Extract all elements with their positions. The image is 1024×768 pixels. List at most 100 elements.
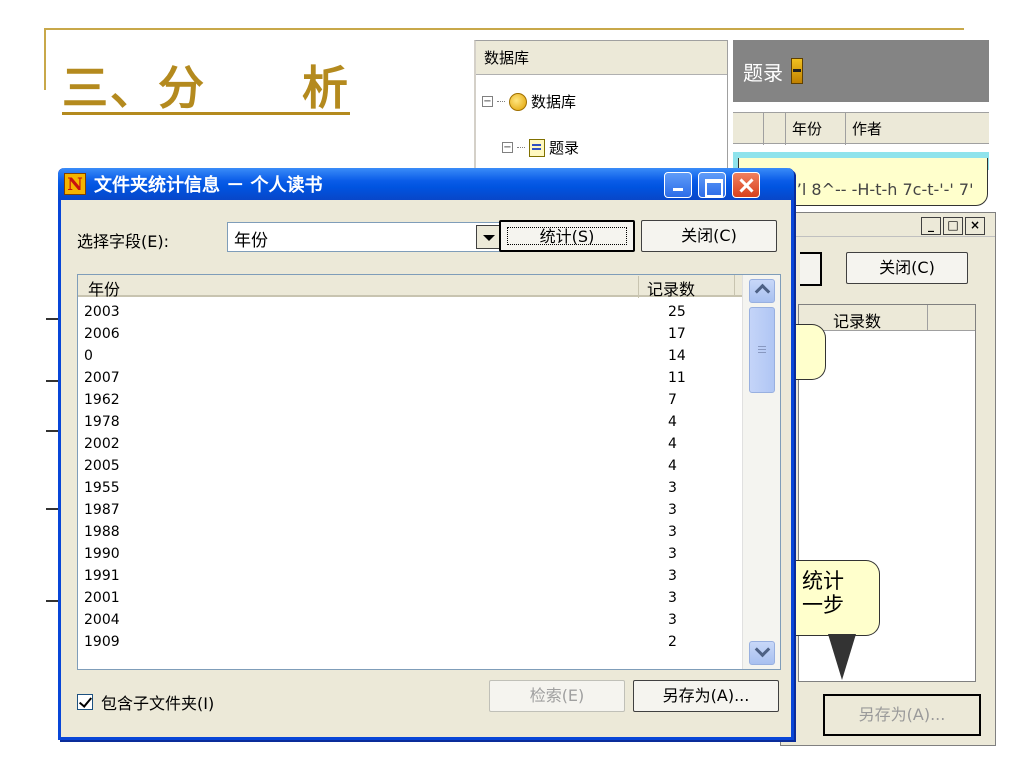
callout-bottom-line-2: 一步 (802, 593, 844, 617)
records-title: 题录 (743, 60, 783, 85)
minimize-icon[interactable] (664, 172, 692, 198)
include-subfolders-checkbox[interactable]: 包含子文件夹(I) (77, 690, 214, 714)
callout-bottom: 统计 一步 (788, 560, 880, 636)
list-item[interactable]: 1909 2 (78, 631, 742, 653)
list-item-year: 1987 (84, 502, 120, 518)
app-icon: N (64, 173, 86, 195)
background-list-header: 记录数 (799, 305, 975, 331)
list-item[interactable]: 1990 3 (78, 543, 742, 565)
collapse-icon[interactable]: − (502, 142, 513, 153)
list-item-count: 3 (668, 612, 677, 628)
background-stat-button-edge[interactable] (800, 252, 822, 286)
column-header-count[interactable]: 记录数 (638, 276, 734, 299)
scroll-thumb[interactable] (749, 307, 775, 393)
list-item[interactable]: 2003 25 (78, 301, 742, 323)
maximize-icon[interactable] (698, 172, 726, 198)
list-item-year: 2003 (84, 304, 120, 320)
column-divider (734, 275, 735, 297)
search-button[interactable]: 检索(E) (489, 680, 625, 712)
records-col-blank[interactable] (763, 113, 785, 145)
list-item-count: 2 (668, 634, 677, 650)
list-header: 年份 记录数 (78, 275, 742, 300)
list-item[interactable]: 2005 4 (78, 455, 742, 477)
tree-node-label: 数据库 (531, 93, 577, 111)
collapse-icon[interactable]: − (482, 96, 493, 107)
records-column-header: 年份 作者 (733, 112, 989, 145)
list-item-year: 2006 (84, 326, 120, 342)
list-item-count: 17 (668, 326, 686, 342)
list-item-year: 2007 (84, 370, 120, 386)
list-item-year: 1988 (84, 524, 120, 540)
list-item[interactable]: 1991 3 (78, 565, 742, 587)
list-item[interactable]: 1955 3 (78, 477, 742, 499)
list-item-year: 1978 (84, 414, 120, 430)
dialog-titlebar[interactable]: N 文件夹统计信息 － 个人读书 (58, 168, 794, 200)
list-item-year: 1990 (84, 546, 120, 562)
tree-node-database[interactable]: − 数据库 (482, 91, 576, 112)
column-header-year[interactable]: 年份 (88, 276, 120, 300)
list-item-count: 7 (668, 392, 677, 408)
list-item-count: 25 (668, 304, 686, 320)
dropdown-arrow-icon[interactable] (476, 225, 500, 249)
slide-left-rule (44, 28, 46, 90)
field-select-label: 选择字段(E): (77, 232, 169, 251)
list-item-year: 2001 (84, 590, 120, 606)
close-icon[interactable]: × (965, 217, 985, 235)
callout-middle (790, 324, 826, 380)
column-divider (927, 305, 928, 331)
vertical-scrollbar[interactable] (742, 275, 780, 669)
minimize-icon[interactable]: _ (921, 217, 941, 235)
list-item[interactable]: 1978 4 (78, 411, 742, 433)
field-select[interactable]: 年份 (227, 222, 503, 252)
list-item[interactable]: 1988 3 (78, 521, 742, 543)
slide-title: 三、分 析 (62, 61, 350, 115)
database-icon (509, 92, 527, 111)
callout-tail (828, 634, 856, 680)
tree-connector (497, 101, 505, 102)
list-item[interactable]: 0 14 (78, 345, 742, 367)
field-select-value: 年份 (234, 231, 268, 251)
saveas-button[interactable]: 另存为(A)... (633, 680, 779, 712)
records-col-author[interactable]: 作者 (845, 113, 935, 145)
statistics-list[interactable]: 年份 记录数 2003 25 2006 17 0 14 2007 11 1962 7 1978 4 20… (77, 274, 781, 670)
scroll-down-icon[interactable] (749, 641, 775, 665)
list-item[interactable]: 1962 7 (78, 389, 742, 411)
list-item-count: 4 (668, 436, 677, 452)
tree-node-records[interactable]: − 题录 (502, 137, 579, 158)
folder-statistics-dialog: N 文件夹统计信息 － 个人读书 选择字段(E): 年份 统计(S) 关闭(C)… (58, 168, 794, 740)
list-item-count: 11 (668, 370, 686, 386)
statistics-button-label: 统计(S) (507, 227, 627, 246)
list-item-year: 1962 (84, 392, 120, 408)
background-saveas-button[interactable]: 另存为(A)... (823, 694, 981, 736)
list-item-count: 3 (668, 480, 677, 496)
list-item[interactable]: 2004 3 (78, 609, 742, 631)
list-item[interactable]: 2002 4 (78, 433, 742, 455)
background-close-button[interactable]: 关闭(C) (846, 252, 968, 284)
list-item-count: 3 (668, 502, 677, 518)
maximize-icon[interactable]: □ (943, 217, 963, 235)
records-col-year[interactable]: 年份 (785, 113, 845, 145)
scroll-up-icon[interactable] (749, 279, 775, 303)
list-item-count: 3 (668, 524, 677, 540)
slide-top-rule (44, 28, 964, 30)
database-tree-panel: 数据库 − 数据库 − 题录 (474, 40, 728, 170)
list-item[interactable]: 2001 3 (78, 587, 742, 609)
list-item[interactable]: 2006 17 (78, 323, 742, 345)
close-icon[interactable] (732, 172, 760, 198)
list-item-year: 1991 (84, 568, 120, 584)
background-dialog-titlebar: _ □ × (781, 213, 995, 237)
list-item[interactable]: 2007 11 (78, 367, 742, 389)
list-item-year: 1955 (84, 480, 120, 496)
list-item-year: 1909 (84, 634, 120, 650)
close-button[interactable]: 关闭(C) (641, 220, 777, 252)
list-item[interactable]: 1987 3 (78, 499, 742, 521)
list-item-year: 0 (84, 348, 93, 364)
tree-panel-header: 数据库 (476, 41, 727, 75)
records-header: 题录 (733, 40, 989, 102)
list-item-year: 2004 (84, 612, 120, 628)
checkbox-checked-icon[interactable] (77, 694, 93, 710)
background-col-count[interactable]: 记录数 (833, 308, 881, 332)
statistics-button[interactable]: 统计(S) (499, 220, 635, 252)
records-folder-icon (529, 138, 545, 157)
list-item-count: 3 (668, 546, 677, 562)
